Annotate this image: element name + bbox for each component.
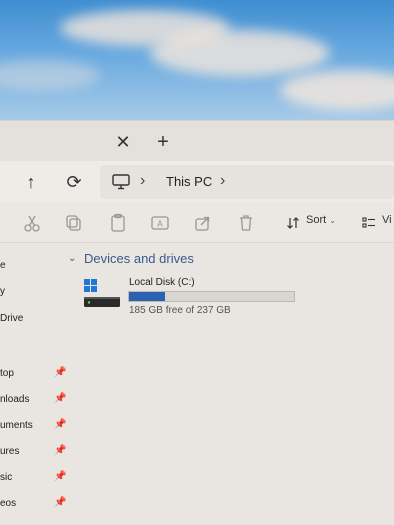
new-tab-button[interactable]: + xyxy=(152,131,174,153)
file-explorer-window: ✕ + ↑ ⟳ › This PC › A Sort ⌄ Vi e y Driv… xyxy=(0,120,394,525)
pin-icon: 📌 xyxy=(54,497,67,508)
sidebar-item-downloads[interactable]: nloads 📌 xyxy=(0,390,72,412)
chevron-down-icon: ⌄ xyxy=(329,216,336,225)
drive-free-space: 185 GB free of 237 GB xyxy=(129,305,231,316)
sidebar-item[interactable]: y xyxy=(0,282,72,304)
command-bar: A Sort ⌄ Vi xyxy=(0,203,394,243)
group-header-devices[interactable]: Devices and drives xyxy=(84,251,194,266)
pc-icon xyxy=(112,174,130,190)
sidebar-item-label: nloads xyxy=(0,394,30,405)
rename-icon[interactable]: A xyxy=(150,213,170,233)
drive-usage-bar xyxy=(128,291,295,302)
navigation-bar: ↑ ⟳ › This PC › xyxy=(0,161,394,203)
breadcrumb-chevron-expand[interactable]: › xyxy=(220,172,225,190)
sidebar-item-music[interactable]: sic 📌 xyxy=(0,468,72,490)
desktop-wallpaper xyxy=(0,0,394,122)
sidebar-item-desktop[interactable]: top 📌 xyxy=(0,364,72,386)
sidebar-item-label: y xyxy=(0,286,5,297)
sidebar-item-label: Drive xyxy=(0,313,24,324)
breadcrumb-this-pc[interactable]: This PC xyxy=(166,174,212,189)
drive-usage-fill xyxy=(129,292,166,301)
delete-icon[interactable] xyxy=(236,213,256,233)
copy-icon[interactable] xyxy=(64,213,84,233)
pin-icon: 📌 xyxy=(54,419,67,430)
view-button[interactable]: Vi xyxy=(382,214,392,226)
sidebar-item-videos[interactable]: eos 📌 xyxy=(0,494,72,516)
pin-icon: 📌 xyxy=(54,471,67,482)
sidebar-item-label: sic xyxy=(0,472,13,483)
svg-text:A: A xyxy=(157,220,163,229)
collapse-group-icon[interactable]: ⌄ xyxy=(68,253,76,264)
sidebar-item-pictures[interactable]: ures 📌 xyxy=(0,442,72,464)
share-icon[interactable] xyxy=(193,213,213,233)
drive-item-c[interactable]: Local Disk (C:) 185 GB free of 237 GB xyxy=(84,273,304,321)
sort-label: Sort xyxy=(306,214,327,226)
sidebar-item-label: e xyxy=(0,260,6,271)
sort-icon xyxy=(287,217,299,229)
drive-name: Local Disk (C:) xyxy=(129,277,195,288)
sidebar-item-label: eos xyxy=(0,498,17,509)
breadcrumb-chevron[interactable]: › xyxy=(140,172,145,190)
sort-button[interactable]: Sort ⌄ xyxy=(306,214,336,226)
pin-icon: 📌 xyxy=(54,393,67,404)
pin-icon: 📌 xyxy=(54,445,67,456)
pin-icon: 📌 xyxy=(54,367,67,378)
sidebar-item-label: uments xyxy=(0,420,33,431)
sidebar-item-label: ures xyxy=(0,446,20,457)
paste-icon[interactable] xyxy=(108,213,128,233)
view-icon xyxy=(362,217,375,228)
close-tab-button[interactable]: ✕ xyxy=(112,131,134,153)
sidebar-item-documents[interactable]: uments 📌 xyxy=(0,416,72,438)
up-button[interactable]: ↑ xyxy=(20,170,42,194)
cut-icon[interactable] xyxy=(22,213,42,233)
address-bar[interactable]: › This PC › xyxy=(100,165,394,199)
refresh-button[interactable]: ⟳ xyxy=(63,170,85,194)
drive-icon xyxy=(84,279,120,307)
sidebar-item-label: top xyxy=(0,368,14,379)
sidebar-item[interactable]: e xyxy=(0,256,72,278)
sidebar-item-drive[interactable]: Drive xyxy=(0,309,72,331)
navigation-pane: e y Drive top 📌 nloads 📌 uments 📌 ures 📌… xyxy=(0,244,72,525)
tab-bar: ✕ + xyxy=(0,121,394,161)
